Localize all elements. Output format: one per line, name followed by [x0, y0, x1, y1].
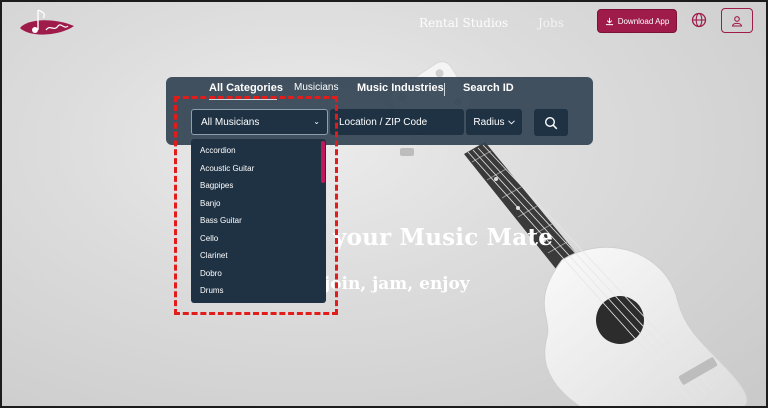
- tab-all-categories[interactable]: All Categories: [209, 82, 283, 94]
- radius-label: Radius: [473, 116, 505, 128]
- hero-subtitle: join, jam, enjoy: [324, 274, 470, 294]
- brand-logo[interactable]: [16, 6, 78, 42]
- nav-jobs[interactable]: Jobs: [538, 16, 564, 30]
- tab-divider: [444, 83, 445, 96]
- highlight-box: [174, 96, 338, 315]
- page-frame: Rental Studios Jobs Download App your Mu…: [0, 0, 768, 408]
- user-account-button[interactable]: [721, 8, 753, 33]
- tab-search-id[interactable]: Search ID: [463, 82, 514, 94]
- nav-rental-studios[interactable]: Rental Studios: [419, 16, 508, 30]
- search-button[interactable]: [534, 109, 568, 136]
- globe-icon[interactable]: [691, 12, 707, 28]
- location-input[interactable]: [330, 109, 464, 135]
- tab-musicians[interactable]: Musicians: [294, 82, 338, 93]
- radius-select[interactable]: Radius: [466, 109, 522, 135]
- search-icon: [544, 116, 558, 129]
- download-app-button[interactable]: Download App: [597, 9, 677, 33]
- hero-title: your Music Mate: [333, 224, 554, 251]
- chevron-down-icon: [507, 119, 515, 124]
- ukulele-background-image: [389, 61, 748, 406]
- user-icon: [731, 15, 743, 27]
- download-icon: [605, 17, 613, 25]
- tab-music-industries[interactable]: Music Industries: [357, 82, 444, 94]
- download-app-label: Download App: [617, 16, 670, 26]
